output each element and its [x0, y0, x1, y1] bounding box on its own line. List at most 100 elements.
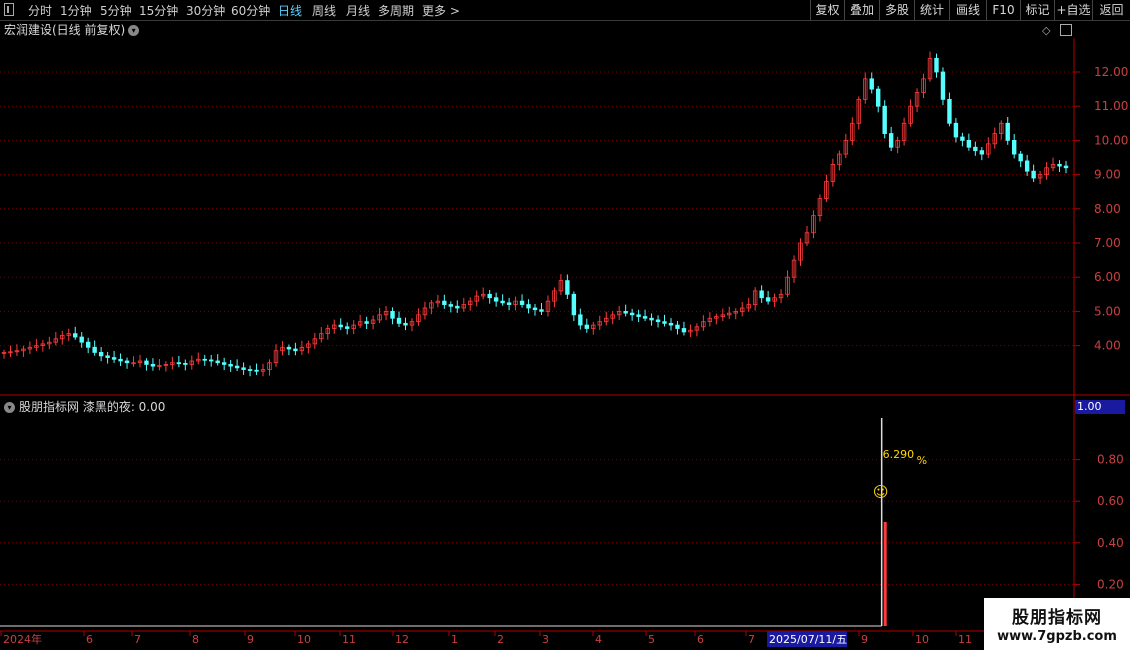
candle-body	[1005, 122, 1010, 141]
panel-toggle-icon[interactable]	[4, 3, 14, 16]
timeframe-tab[interactable]: 1分钟	[60, 2, 92, 19]
candle-body	[584, 324, 590, 329]
candle-body	[221, 362, 227, 365]
candle-body	[338, 324, 343, 328]
price-tick-label: 7.00	[1094, 236, 1121, 250]
timeframe-tab[interactable]: 30分钟	[186, 2, 225, 19]
diamond-icon[interactable]: ◇	[1042, 24, 1050, 37]
candle-body	[202, 358, 207, 361]
candle-body	[144, 360, 149, 365]
timeframe-tab[interactable]: 多周期	[378, 2, 414, 19]
toolbar-button[interactable]: 多股	[879, 0, 914, 20]
candle-body	[85, 341, 91, 348]
timeframe-tab[interactable]: 日线	[278, 2, 302, 19]
candle-body	[1063, 165, 1069, 169]
candle-body	[681, 328, 687, 333]
price-tick-label: 11.00	[1094, 99, 1128, 113]
timeframe-tab[interactable]: 60分钟	[231, 2, 270, 19]
indicator-tick-label: 0.80	[1097, 453, 1124, 467]
cursor-date-label: 2025/07/11/五	[769, 633, 847, 646]
price-tick-label: 10.00	[1094, 133, 1128, 147]
candle-body	[234, 365, 240, 369]
candle-body	[345, 326, 350, 329]
candle-body	[571, 293, 577, 316]
candle-body	[765, 297, 771, 302]
price-tick-label: 6.00	[1094, 270, 1121, 284]
indicator-tick-label: 0.60	[1097, 494, 1124, 508]
date-tick-label: 6	[86, 633, 93, 646]
indicator-tick-label: 0.20	[1097, 577, 1124, 591]
date-tick-label: 3	[542, 633, 549, 646]
candle-body	[396, 317, 402, 324]
candle-body	[98, 352, 104, 357]
stock-title: 宏润建设(日线 前复权) ▾	[4, 21, 140, 38]
date-tick-label: 5	[648, 633, 655, 646]
date-tick-label: 10	[915, 633, 929, 646]
date-tick-label: 9	[861, 633, 868, 646]
candle-body	[960, 136, 965, 141]
timeframe-tab[interactable]: 月线	[346, 2, 370, 19]
toolbar-button[interactable]: 统计	[914, 0, 949, 20]
candle-body	[655, 319, 661, 323]
price-tick-label: 12.00	[1094, 65, 1128, 79]
candle-body	[364, 321, 369, 324]
candle-body	[92, 346, 97, 353]
title-dropdown-icon[interactable]: ▾	[128, 25, 140, 36]
toolbar-button[interactable]: +自选	[1054, 0, 1092, 20]
candle-body	[124, 360, 130, 364]
candle-body	[215, 360, 220, 364]
price-tick-label: 4.00	[1094, 339, 1121, 353]
price-chart[interactable]: 12.00 11.00 10.00 9.00 8.00 7.00 6.00 5.00 4.00	[0, 38, 1130, 396]
candle-body	[293, 348, 298, 352]
candle-body	[390, 310, 395, 319]
timeframe-tab[interactable]: 周线	[312, 2, 336, 19]
candle-body	[1031, 170, 1036, 179]
toolbar-button[interactable]: 叠加	[844, 0, 879, 20]
date-axis: 2024年 6 7 8 9 10 11 12 1 2 3 4 5 6 7 9 10 112025/07/11/五	[0, 630, 1075, 647]
candle-body	[500, 300, 505, 304]
timeframe-tab[interactable]: 更多 >	[422, 2, 460, 19]
timeframe-tab[interactable]: 分时	[28, 2, 52, 19]
candle-body	[675, 324, 680, 329]
candle-body	[118, 358, 123, 362]
candle-body	[183, 362, 188, 365]
toolbar-button[interactable]: 画线	[949, 0, 986, 20]
candle-body	[869, 78, 874, 90]
indicator-chart[interactable]: 0.80 0.60 0.40 0.20 ☺ 6.290%	[0, 396, 1130, 630]
date-tick-label: 11	[958, 633, 972, 646]
toolbar: 分时 1分钟 5分钟 15分钟 30分钟 60分钟 日线 周线 月线 多周期 更多 > 复权 叠加 多股…	[0, 0, 1130, 21]
date-tick-label: 10	[297, 633, 311, 646]
candle-body	[79, 336, 84, 343]
candle-body	[888, 133, 894, 148]
timeframe-tab[interactable]: 15分钟	[139, 2, 178, 19]
smiley-icon: ☺	[873, 483, 889, 501]
date-tick-label: 7	[134, 633, 141, 646]
price-tick-label: 8.00	[1094, 202, 1121, 216]
date-tick-label: 8	[192, 633, 199, 646]
candle-body	[539, 309, 544, 312]
date-tick-label: 6	[697, 633, 704, 646]
candle-body	[73, 333, 78, 338]
toolbar-button[interactable]: F10	[986, 0, 1020, 20]
candle-body	[228, 364, 233, 367]
date-tick-label: 9	[247, 633, 254, 646]
layout-icon[interactable]	[1060, 24, 1072, 36]
candle-body	[1011, 140, 1017, 155]
timeframe-tab[interactable]: 5分钟	[100, 2, 132, 19]
candle-body	[493, 297, 499, 302]
candle-body	[176, 362, 182, 365]
candle-body	[254, 369, 259, 372]
date-tick-label: 12	[395, 633, 409, 646]
candle-body	[526, 304, 531, 309]
date-tick-label: 7	[748, 633, 755, 646]
candle-body	[759, 290, 764, 299]
candle-body	[1057, 163, 1062, 167]
candle-body	[882, 105, 887, 134]
toolbar-button[interactable]: 复权	[810, 0, 844, 20]
toolbar-button[interactable]: 标记	[1020, 0, 1054, 20]
toolbar-button[interactable]: 返回	[1092, 0, 1130, 20]
candle-body	[403, 322, 408, 326]
candle-body	[565, 280, 570, 295]
candle-body	[487, 293, 492, 299]
candle-body	[209, 359, 214, 362]
